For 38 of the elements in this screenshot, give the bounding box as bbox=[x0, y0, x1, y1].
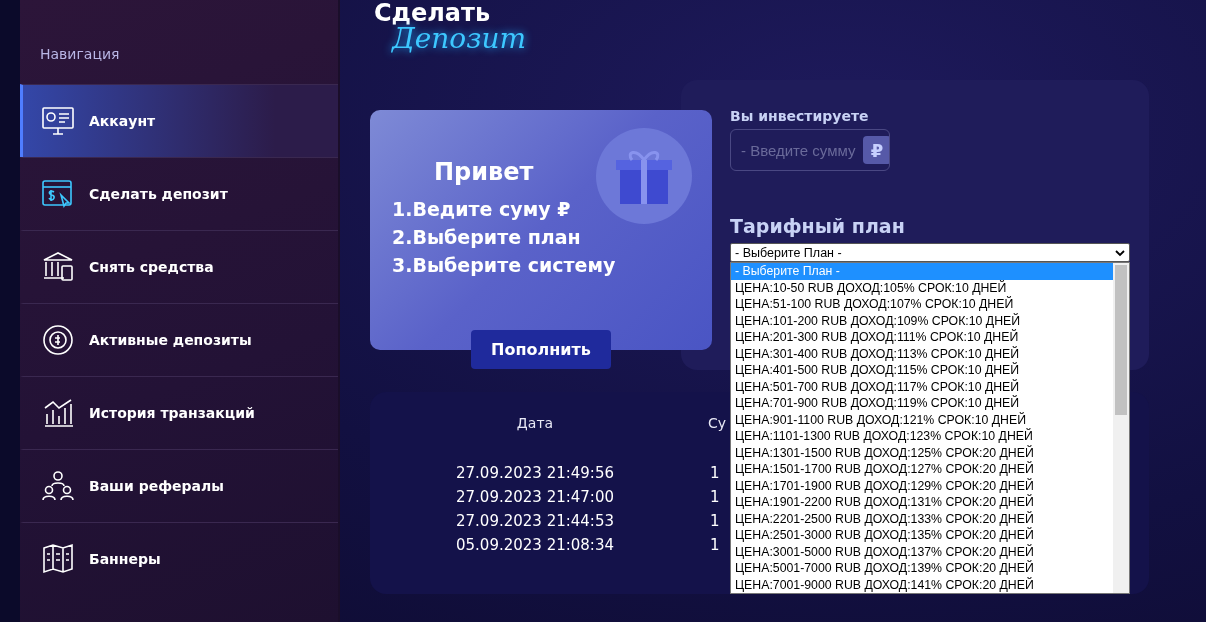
promo-step: 2.Выберите план bbox=[392, 226, 712, 248]
column-header: Дата bbox=[515, 414, 555, 433]
table-cell-text: 27.09.2023 21:44:53 bbox=[455, 512, 615, 532]
amount-input[interactable]: - Введите сумму bbox=[739, 140, 863, 160]
monitor-icon bbox=[41, 104, 75, 138]
table-cell-text: 27.09.2023 21:47:00 bbox=[455, 488, 615, 508]
amount-label: Вы инвестируете bbox=[730, 108, 870, 124]
plan-label: Тарифный план bbox=[730, 215, 906, 237]
currency-badge: ₽ bbox=[863, 136, 889, 164]
table-cell-text: 1 bbox=[710, 464, 720, 484]
sidebar-item[interactable]: Баннеры bbox=[20, 522, 338, 595]
sidebar-item[interactable]: Ваши рефералы bbox=[20, 449, 338, 522]
chevron-down-icon bbox=[1115, 248, 1125, 257]
promo-step: 1.Ведите суму ₽ bbox=[392, 198, 712, 220]
promo-title: Привет bbox=[434, 158, 535, 186]
coin-cycle-icon bbox=[41, 323, 75, 357]
amount-field[interactable]: - Введите сумму ₽ bbox=[730, 129, 890, 171]
plan-select[interactable]: - Выберите План - bbox=[730, 243, 1130, 262]
people-icon bbox=[41, 469, 75, 503]
sidebar-item[interactable]: Сделать депозит bbox=[20, 157, 338, 230]
sidebar-item[interactable]: История транзакций bbox=[20, 376, 338, 449]
bank-icon bbox=[41, 250, 75, 284]
brochure-icon bbox=[41, 542, 75, 576]
table-cell-text: 1 bbox=[710, 488, 720, 508]
sidebar-item[interactable]: Снять средства bbox=[20, 230, 338, 303]
sidebar-item[interactable]: Активные депозиты bbox=[20, 303, 338, 376]
column-header: Су bbox=[708, 414, 727, 433]
top-up-button[interactable]: Пополнить bbox=[471, 330, 611, 369]
sidebar-heading: Навигация bbox=[39, 46, 121, 64]
table-cell-text: 1 bbox=[710, 536, 720, 556]
gift-icon bbox=[596, 128, 692, 224]
scrollbar[interactable] bbox=[1113, 263, 1129, 593]
page-title: Сделать bbox=[374, 0, 492, 26]
sidebar-item[interactable]: Аккаунт bbox=[20, 84, 338, 157]
table-cell-text: 27.09.2023 21:49:56 bbox=[455, 464, 615, 484]
table-cell-text: 1 bbox=[710, 512, 720, 532]
promo-step: 3.Выберите систему bbox=[392, 254, 712, 276]
table-cell-text: 05.09.2023 21:08:34 bbox=[455, 536, 615, 556]
